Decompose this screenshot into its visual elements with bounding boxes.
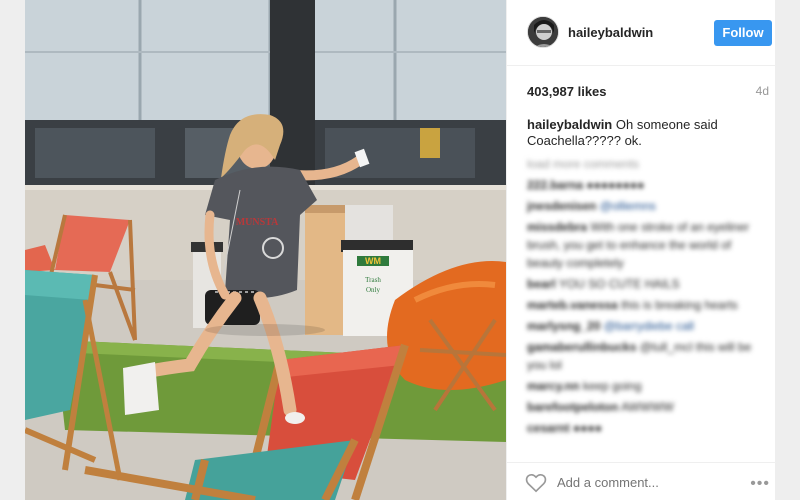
comment-username[interactable]: marteb.vanessa (527, 298, 618, 312)
photo-illustration: WM Trash Only MUNSTA (25, 0, 506, 500)
comment-username[interactable]: barefootpeloton (527, 400, 618, 414)
add-comment-input[interactable] (557, 475, 717, 490)
comment-item: jnesdenisen @olliemns (527, 197, 762, 215)
comment-item: marteb.vanessa this is breaking hearts (527, 296, 762, 314)
comment-item: missdebra With one stroke of an eyeliner… (527, 218, 762, 272)
comment-item: cesarnt ●●●● (527, 419, 762, 437)
comment-item: marlysng_20 @barrydiebe call (527, 317, 762, 335)
post-username[interactable]: haileybaldwin (568, 25, 653, 40)
load-more-comments[interactable]: load more comments (527, 155, 762, 173)
post-time-ago[interactable]: 4d (756, 84, 769, 98)
comment-item: 222.barna ●●●●●●●● (527, 176, 762, 194)
comment-username[interactable]: missdebra (527, 220, 587, 234)
comment-username[interactable]: jnesdenisen (527, 199, 596, 213)
comment-text[interactable]: @olliemns (600, 199, 656, 213)
comment-username[interactable]: marcy.nn (527, 379, 579, 393)
bin-sign-line1: Trash (365, 276, 381, 284)
avatar[interactable] (527, 16, 559, 48)
avatar-image (528, 17, 558, 47)
more-options-icon[interactable]: ••• (750, 475, 770, 493)
comment-item: gamaberullinbucks @tull_mcl this will be… (527, 338, 762, 374)
comment-item: barefootpeloton AWWWW (527, 398, 762, 416)
post-caption: haileybaldwin Oh someone said Coachella?… (527, 117, 762, 149)
comments-list: load more comments 222.barna ●●●●●●●● jn… (527, 155, 762, 440)
comment-text: keep going (582, 379, 642, 393)
caption-username[interactable]: haileybaldwin (527, 117, 612, 132)
comment-text: YOU SO CUTE HAILS (558, 277, 680, 291)
comment-username[interactable]: marlysng_20 (527, 319, 600, 333)
svg-text:MUNSTA: MUNSTA (236, 217, 279, 228)
comment-text: ●●●●●●●● (586, 178, 645, 192)
comment-text: ●●●● (573, 421, 603, 435)
comment-bar: ••• (507, 462, 776, 500)
comment-username[interactable]: gamaberullinbucks (527, 340, 636, 354)
post-header: haileybaldwin Follow (507, 0, 776, 66)
comment-username[interactable]: 222.barna (527, 178, 583, 192)
load-more-comments-label: load more comments (527, 157, 640, 171)
like-heart-icon[interactable] (525, 473, 547, 493)
follow-button[interactable]: Follow (714, 20, 772, 46)
comment-item: marcy.nn keep going (527, 377, 762, 395)
comment-username[interactable]: bearl (527, 277, 556, 291)
comment-username[interactable]: cesarnt (527, 421, 570, 435)
likes-count[interactable]: 403,987 likes (527, 84, 607, 99)
comment-item: bearl YOU SO CUTE HAILS (527, 275, 762, 293)
comment-text: AWWWW (621, 400, 674, 414)
post-photo[interactable]: WM Trash Only MUNSTA (25, 0, 506, 500)
comment-text: this is breaking hearts (621, 298, 738, 312)
comment-text[interactable]: @barrydiebe call (604, 319, 694, 333)
bin-sign-line2: Only (366, 286, 381, 294)
bin-logo: WM (365, 256, 381, 266)
post-side-panel: haileybaldwin Follow 403,987 likes 4d ha… (506, 0, 776, 500)
